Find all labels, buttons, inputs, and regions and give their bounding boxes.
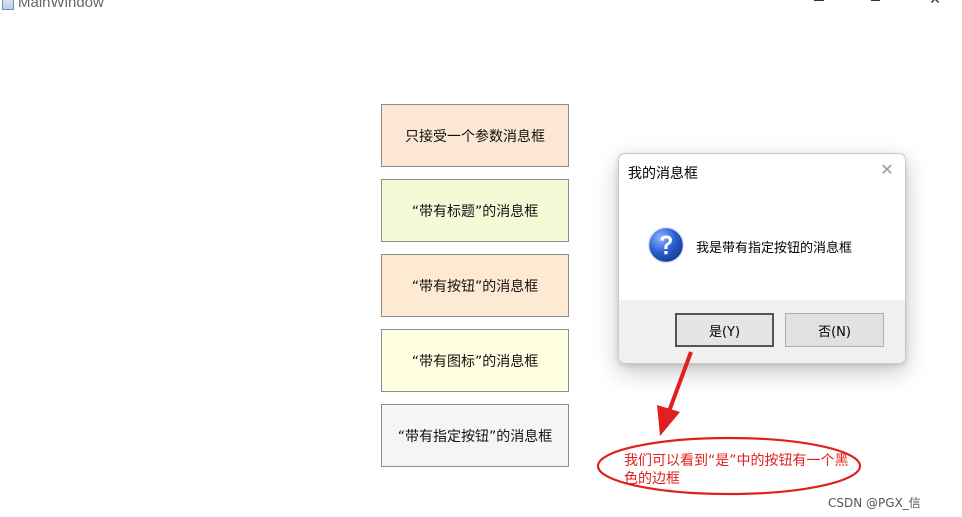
minimize-icon (814, 0, 824, 1)
close-icon: ✕ (929, 0, 941, 8)
minimize-button[interactable] (809, 0, 829, 10)
simple-message-box-button[interactable]: 只接受一个参数消息框 (381, 104, 569, 167)
maximize-icon (871, 0, 880, 1)
dialog-message: 我是带有指定按钮的消息框 (696, 241, 853, 256)
button-label: “带有按钮”的消息框 (411, 278, 539, 295)
dialog-title: 我的消息框 (628, 166, 698, 182)
button-label: “带有标题”的消息框 (411, 203, 539, 220)
titled-message-box-button[interactable]: “带有标题”的消息框 (381, 179, 569, 242)
annotation-text: 我们可以看到“是”中的按钮有一个黑色的边框 (624, 453, 849, 487)
maximize-button[interactable] (866, 0, 886, 10)
app-icon (2, 0, 14, 10)
dialog-close-icon[interactable]: ✕ (879, 162, 895, 178)
close-button[interactable]: ✕ (925, 0, 945, 10)
title-bar: MainWindow ✕ (0, 0, 962, 16)
default-button-message-box-button[interactable]: “带有指定按钮”的消息框 (381, 404, 569, 467)
yes-button[interactable]: 是(Y) (675, 313, 774, 347)
no-button[interactable]: 否(N) (785, 313, 884, 347)
annotation-arrow-head (657, 405, 680, 436)
watermark: CSDN @PGX_信 (828, 496, 921, 510)
no-button-label: 否(N) (818, 324, 851, 340)
button-label: “带有图标”的消息框 (411, 353, 539, 370)
question-icon (647, 226, 685, 264)
window-title: MainWindow (18, 0, 104, 11)
dialog-footer: 是(Y) 否(N) (619, 300, 905, 363)
buttons-message-box-button[interactable]: “带有按钮”的消息框 (381, 254, 569, 317)
button-label: “带有指定按钮”的消息框 (397, 428, 553, 445)
message-dialog: 我的消息框 ✕ 我是带有指定按钮的消息框 是(Y) 否(N) (618, 153, 906, 364)
button-label: 只接受一个参数消息框 (405, 128, 545, 145)
yes-button-label: 是(Y) (708, 324, 741, 340)
icon-message-box-button[interactable]: “带有图标”的消息框 (381, 329, 569, 392)
